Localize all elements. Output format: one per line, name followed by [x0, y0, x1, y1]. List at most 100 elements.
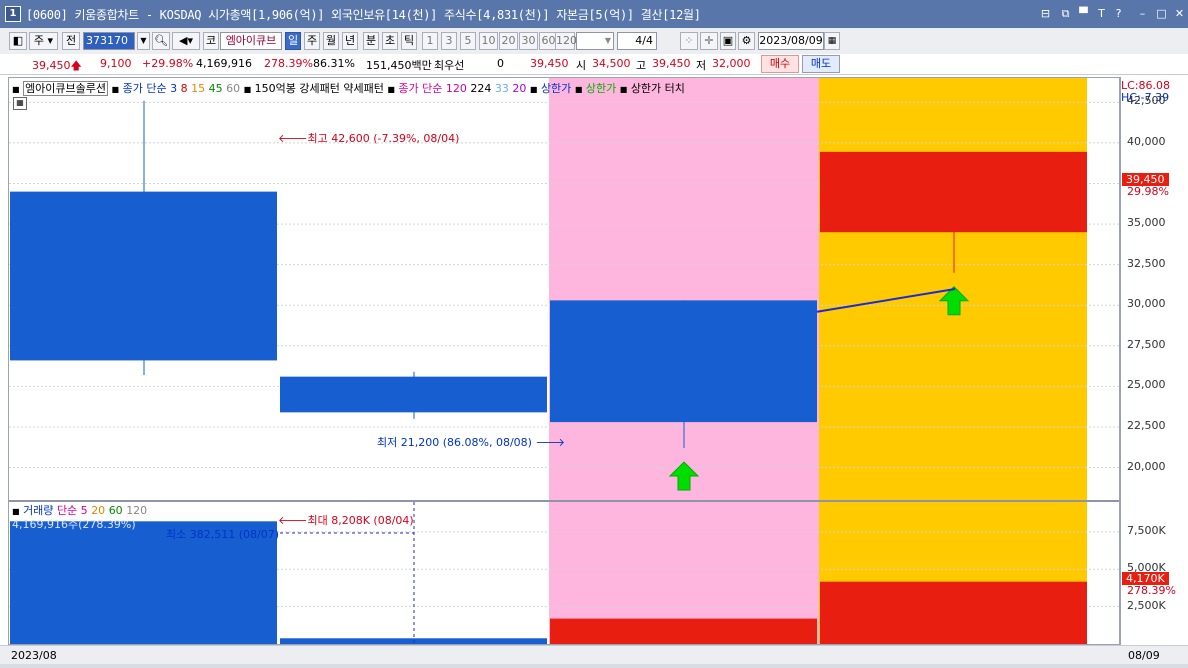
- legend-stock-name: 엠아이큐브솔루션: [23, 81, 109, 96]
- footer-date-right: 08/09: [1128, 649, 1160, 662]
- legend-marker-icon: ■: [111, 85, 120, 94]
- period-second-button[interactable]: 초: [382, 32, 398, 50]
- candle-body: [550, 300, 817, 423]
- sell-button[interactable]: 매도: [802, 55, 840, 73]
- candle-body: [10, 191, 277, 361]
- stock-code-input[interactable]: 373170: [83, 32, 135, 50]
- volume-bar: [550, 618, 817, 644]
- best-ask-label: 최우선: [434, 59, 465, 72]
- legend-marker-icon: ■: [574, 85, 583, 94]
- crosshair-icon[interactable]: ✛: [700, 32, 718, 50]
- save-icon[interactable]: ▣: [720, 32, 736, 50]
- chart-area[interactable]: [8, 77, 1120, 645]
- legend-marker-icon: ■: [619, 85, 628, 94]
- low-annotation: 최저 21,200 (86.08%, 08/08) 🡒: [377, 436, 565, 449]
- open-value: 34,500: [592, 57, 631, 70]
- window-copy-icon[interactable]: ⧉: [1058, 6, 1073, 21]
- legend-ma-60: 60: [226, 82, 241, 95]
- font-icon[interactable]: T: [1094, 6, 1109, 21]
- legend-ma-15: 15: [191, 82, 206, 95]
- close-button[interactable]: ✕: [1172, 6, 1187, 21]
- horizontal-scrollbar[interactable]: [0, 664, 1188, 668]
- price-tick-label: 40,000: [1127, 134, 1166, 148]
- date-input[interactable]: 2023/08/09: [758, 32, 824, 50]
- interval-5-button[interactable]: 5: [460, 32, 476, 50]
- market-kosdaq-icon[interactable]: 코: [203, 32, 219, 50]
- legend-marker-icon: ■: [12, 85, 20, 94]
- price-tick-label: 25,000: [1127, 378, 1166, 392]
- legend-ma2-224: 224: [470, 82, 492, 95]
- legend-ma-8: 8: [180, 82, 188, 95]
- price-tick-label: 30,000: [1127, 297, 1166, 311]
- turnover-pct: 86.31%: [313, 57, 355, 70]
- window-title: [0600] 키움종합차트 - KOSDAQ 시가총액[1,906(억)] 외국…: [26, 8, 701, 22]
- legend-ma-45: 45: [208, 82, 223, 95]
- period-month-button[interactable]: 월: [323, 32, 339, 50]
- interval-20-button[interactable]: 20: [499, 32, 518, 50]
- volume-max-annotation: 🡐최대 8,208K (08/04): [278, 514, 414, 527]
- interval-30-button[interactable]: 30: [519, 32, 538, 50]
- trade-amount: 151,450백만: [366, 59, 432, 72]
- price-change: 9,100: [100, 57, 132, 70]
- stock-name-field: 엠아이큐브: [220, 32, 282, 50]
- legend-limit-up-2: 상한가: [585, 82, 617, 95]
- footer-date-left: 2023/08: [11, 649, 57, 662]
- period-day-button[interactable]: 일: [285, 32, 301, 50]
- interval-1-button[interactable]: 1: [422, 32, 438, 50]
- minimize-button[interactable]: –: [1135, 6, 1150, 21]
- quote-bar: 39,450🡅 9,100 +29.98% 4,169,916 278.39% …: [0, 54, 1188, 75]
- price-axis: LC:86.08 HC:-7.39: [1120, 77, 1187, 645]
- interval-3-button[interactable]: 3: [441, 32, 457, 50]
- interval-120-button[interactable]: 120: [555, 32, 577, 50]
- window-icon: 1: [5, 6, 21, 22]
- scope-button[interactable]: 전: [62, 32, 80, 50]
- legend-ma2-label: 종가 단순 120: [398, 82, 467, 95]
- sound-icon[interactable]: ◀▾: [172, 32, 200, 50]
- table-icon[interactable]: ▦: [13, 97, 27, 110]
- current-price: 39,450🡅: [32, 59, 82, 72]
- period-tick-button[interactable]: 틱: [401, 32, 417, 50]
- settings-gear-icon[interactable]: ⚙: [738, 32, 755, 50]
- code-dropdown-icon[interactable]: ▼: [137, 32, 150, 50]
- high-label: 고: [636, 59, 647, 72]
- legend-limit-up: 상한가: [540, 82, 572, 95]
- interval-10-button[interactable]: 10: [479, 32, 498, 50]
- tool-grid-icon[interactable]: ⁘: [680, 32, 698, 50]
- price-tick-label: 35,000: [1127, 216, 1166, 230]
- legend-marker-icon: ■: [243, 85, 252, 94]
- candle-chart-svg[interactable]: [9, 78, 1119, 644]
- price-tick-label: 42,500: [1127, 94, 1166, 108]
- period-minute-button[interactable]: 분: [363, 32, 379, 50]
- legend-pattern-weak: 약세패턴: [343, 82, 384, 95]
- pin-icon[interactable]: ▀: [1076, 6, 1091, 21]
- volume-current: 4,169,916주(278.39%): [12, 518, 136, 531]
- price-tick-label: 27,500: [1127, 337, 1166, 351]
- market-select[interactable]: 주 ▾: [29, 32, 58, 50]
- layout-icon[interactable]: ⊟: [1038, 6, 1053, 21]
- calendar-icon[interactable]: ▦: [824, 32, 840, 50]
- chart-toolbar: ◧ 주 ▾ 전 373170 ▼ 🔍︎ ◀▾ 코 엠아이큐브 일 주 월 년 분…: [0, 28, 1188, 55]
- price-legend: ■ 엠아이큐브솔루션 ■ 종가 단순 3 8 15 45 60 ■ 150억봉 …: [12, 80, 685, 96]
- interval-custom-select[interactable]: ▼: [576, 32, 614, 50]
- price-marker-pct: 29.98%: [1127, 185, 1169, 198]
- volume-value: 4,169,916: [196, 57, 252, 70]
- legend-limit-touch: 상한가 터치: [630, 82, 685, 95]
- search-icon[interactable]: 🔍︎: [152, 32, 170, 50]
- candle-body: [820, 151, 1087, 233]
- legend-marker-icon: ■: [12, 507, 20, 516]
- panel-icon[interactable]: ◧: [9, 32, 27, 50]
- page-indicator: 4/4: [617, 32, 657, 50]
- price-tick-label: 32,500: [1127, 256, 1166, 270]
- volume-pct: 278.39%: [264, 57, 313, 70]
- legend-ma-label: 종가 단순: [122, 82, 167, 95]
- high-value: 39,450: [652, 57, 691, 70]
- period-week-button[interactable]: 주: [304, 32, 320, 50]
- legend-marker-icon: ■: [387, 85, 395, 94]
- help-icon[interactable]: ?: [1111, 6, 1126, 21]
- legend-marker-icon: ■: [529, 85, 538, 94]
- maximize-button[interactable]: □: [1154, 6, 1169, 21]
- buy-button[interactable]: 매수: [761, 55, 799, 73]
- legend-ma2-20: 20: [512, 82, 527, 95]
- period-year-button[interactable]: 년: [342, 32, 358, 50]
- volume-marker-pct: 278.39%: [1127, 584, 1176, 597]
